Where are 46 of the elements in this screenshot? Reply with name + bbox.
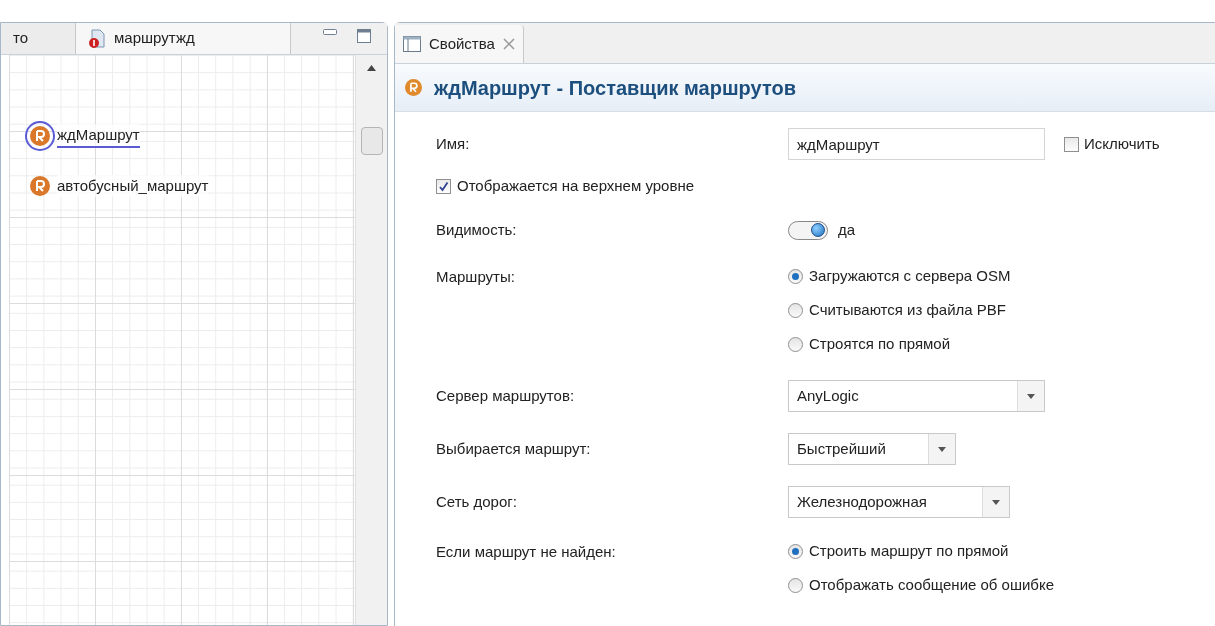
toggle-switch[interactable] <box>788 220 828 240</box>
minimize-icon[interactable] <box>323 29 337 37</box>
radio-button[interactable] <box>788 577 803 593</box>
toggle-label: да <box>838 219 856 240</box>
route-label[interactable]: ждМаршрут <box>57 123 140 149</box>
maximize-icon[interactable] <box>357 29 371 43</box>
scroll-thumb[interactable] <box>360 127 383 155</box>
properties-tab[interactable]: Свойства <box>395 25 524 63</box>
name-field[interactable]: ждМаршрут <box>788 128 1045 160</box>
close-icon[interactable] <box>502 38 515 50</box>
radio-option[interactable]: Загружаются с сервера OSM <box>788 264 1011 288</box>
route-label[interactable]: автобусный_маршрут <box>57 174 209 198</box>
dropdown[interactable]: Быстрейший <box>788 433 956 465</box>
radio-option[interactable]: Отображать сообщение об ошибке <box>788 573 1055 597</box>
editor-tab[interactable]: маршрутжд <box>76 23 291 54</box>
table-icon <box>403 36 421 52</box>
scroll-up-icon[interactable] <box>367 65 376 71</box>
radio-button[interactable] <box>788 543 803 559</box>
route-icon <box>405 79 422 96</box>
checkbox-label[interactable]: Отображается на верхнем уровне <box>457 174 695 198</box>
field-label: Если маршрут не найден: <box>436 542 617 562</box>
radio-button[interactable] <box>788 302 803 318</box>
field-label: Видимость: <box>436 219 518 240</box>
document-error-icon <box>88 28 106 49</box>
caret-icon <box>992 499 1000 505</box>
dropdown[interactable]: AnyLogic <box>788 380 1045 412</box>
dropdown[interactable]: Железнодорожная <box>788 486 1010 518</box>
field-label: Имя: <box>436 133 471 154</box>
checkbox[interactable] <box>1064 136 1079 152</box>
radio-button[interactable] <box>788 336 803 352</box>
radio-option[interactable]: Строятся по прямой <box>788 332 1011 356</box>
editor-tab[interactable]: то <box>1 23 76 54</box>
properties-title: ждМаршрут - Поставщик маршрутов <box>434 75 796 101</box>
caret-icon <box>938 446 946 452</box>
field-label: Сеть дорог: <box>436 491 518 512</box>
field-label: Выбирается маршрут: <box>436 438 592 459</box>
field-label: Маршруты: <box>436 267 516 287</box>
field-label: Сервер маршрутов: <box>436 385 576 406</box>
checkbox-label[interactable]: Исключить <box>1084 132 1160 156</box>
radio-button[interactable] <box>788 268 803 284</box>
caret-icon <box>1027 393 1035 399</box>
radio-option[interactable]: Строить маршрут по прямой <box>788 539 1055 563</box>
scrollbar[interactable] <box>355 55 387 625</box>
radio-option[interactable]: Считываются из файла PBF <box>788 298 1011 322</box>
grid-canvas[interactable]: ждМаршрут автобусный_маршрут <box>9 55 355 625</box>
checkbox[interactable] <box>436 178 451 194</box>
